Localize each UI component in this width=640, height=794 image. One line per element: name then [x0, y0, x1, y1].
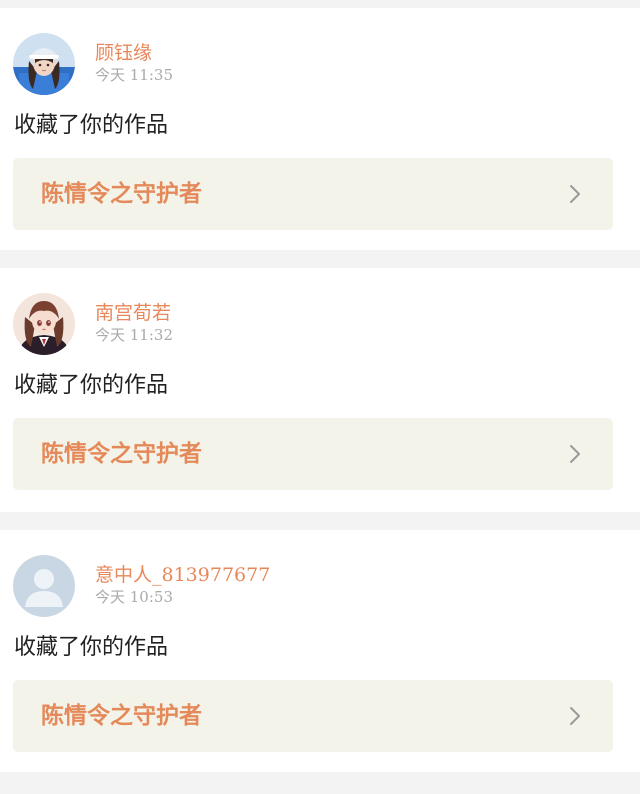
- avatar-image: [13, 33, 75, 95]
- avatar[interactable]: [13, 33, 75, 95]
- notification-feed: 顾钰缘 今天 11:35 收藏了你的作品 陈情令之守护者 南宫荀若 今天 11:…: [0, 0, 640, 794]
- notification-card: 顾钰缘 今天 11:35 收藏了你的作品 陈情令之守护者: [0, 8, 640, 250]
- notification-card: 意中人_813977677 今天 10:53 收藏了你的作品 陈情令之守护者: [0, 530, 640, 772]
- timestamp: 今天 11:35: [95, 66, 173, 84]
- avatar-image: [13, 293, 75, 355]
- chevron-right-icon: [570, 707, 580, 725]
- work-title: 陈情令之守护者: [41, 440, 202, 467]
- timestamp: 今天 10:53: [95, 588, 173, 606]
- user-name[interactable]: 南宫荀若: [95, 302, 171, 324]
- avatar[interactable]: [13, 555, 75, 617]
- notification-card: 南宫荀若 今天 11:32 收藏了你的作品 陈情令之守护者: [0, 268, 640, 512]
- timestamp: 今天 11:32: [95, 326, 173, 344]
- chevron-right-icon: [570, 185, 580, 203]
- action-text: 收藏了你的作品: [14, 373, 169, 398]
- work-title: 陈情令之守护者: [41, 702, 202, 729]
- action-text: 收藏了你的作品: [14, 113, 169, 138]
- work-link[interactable]: 陈情令之守护者: [13, 418, 613, 490]
- default-user-icon: [13, 555, 75, 617]
- user-name[interactable]: 顾钰缘: [95, 42, 152, 64]
- work-link[interactable]: 陈情令之守护者: [13, 158, 613, 230]
- action-text: 收藏了你的作品: [14, 635, 169, 660]
- chevron-right-icon: [570, 445, 580, 463]
- user-name[interactable]: 意中人_813977677: [95, 564, 270, 586]
- work-title: 陈情令之守护者: [41, 180, 202, 207]
- avatar[interactable]: [13, 293, 75, 355]
- work-link[interactable]: 陈情令之守护者: [13, 680, 613, 752]
